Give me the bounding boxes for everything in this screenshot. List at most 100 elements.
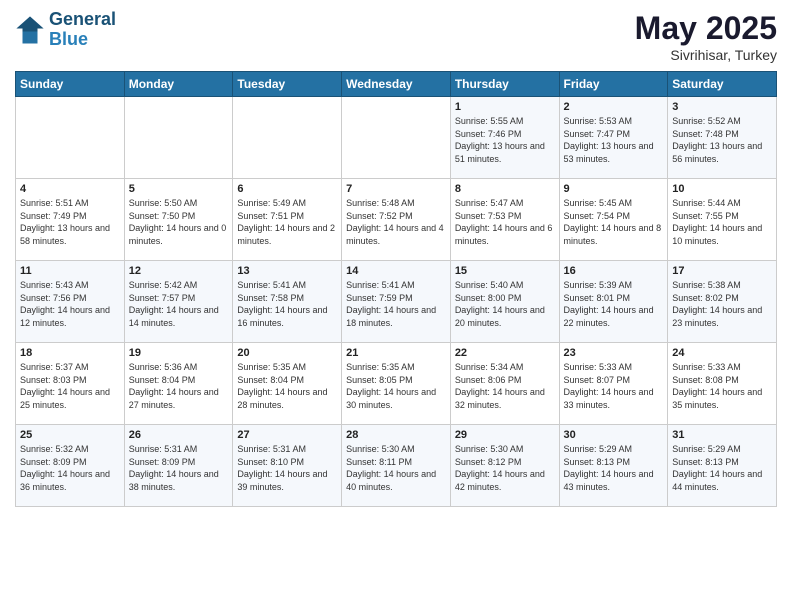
calendar-cell: 1 Sunrise: 5:55 AMSunset: 7:46 PMDaylight…: [450, 97, 559, 179]
logo-text: General Blue: [49, 10, 116, 50]
day-number: 5: [129, 183, 229, 195]
day-info: Sunrise: 5:31 AMSunset: 8:10 PMDaylight:…: [237, 443, 337, 493]
calendar-cell: 29 Sunrise: 5:30 AMSunset: 8:12 PMDayligh…: [450, 425, 559, 507]
logo-icon: [15, 15, 45, 45]
day-info: Sunrise: 5:44 AMSunset: 7:55 PMDaylight:…: [672, 197, 772, 247]
day-number: 29: [455, 429, 555, 441]
day-number: 28: [346, 429, 446, 441]
day-info: Sunrise: 5:41 AMSunset: 7:59 PMDaylight:…: [346, 279, 446, 329]
calendar-cell: 7Sunrise: 5:48 AMSunset: 7:52 PMDaylight…: [342, 179, 451, 261]
day-info: Sunrise: 5:37 AMSunset: 8:03 PMDaylight:…: [20, 361, 120, 411]
week-row-5: 25Sunrise: 5:32 AMSunset: 8:09 PMDayligh…: [16, 425, 777, 507]
calendar-cell: 28 Sunrise: 5:30 AMSunset: 8:11 PMDayligh…: [342, 425, 451, 507]
day-number: 22: [455, 347, 555, 359]
header-wednesday: Wednesday: [342, 72, 451, 97]
day-number: 9: [564, 183, 664, 195]
header-sunday: Sunday: [16, 72, 125, 97]
calendar-cell: 21 Sunrise: 5:35 AMSunset: 8:05 PMDayligh…: [342, 343, 451, 425]
week-row-3: 11Sunrise: 5:43 AMSunset: 7:56 PMDayligh…: [16, 261, 777, 343]
day-number: 1: [455, 101, 555, 113]
day-info: Sunrise: 5:30 AMSunset: 8:11 PMDaylight:…: [346, 443, 446, 493]
day-number: 30: [564, 429, 664, 441]
calendar-cell: 14 Sunrise: 5:41 AMSunset: 7:59 PMDayligh…: [342, 261, 451, 343]
page-header: General Blue May 2025 Sivrihisar, Turkey: [15, 10, 777, 63]
day-number: 31: [672, 429, 772, 441]
day-number: 3: [672, 101, 772, 113]
day-number: 7: [346, 183, 446, 195]
day-number: 19: [129, 347, 229, 359]
day-number: 10: [672, 183, 772, 195]
day-number: 15: [455, 265, 555, 277]
day-number: 8: [455, 183, 555, 195]
week-row-4: 18 Sunrise: 5:37 AMSunset: 8:03 PMDayligh…: [16, 343, 777, 425]
calendar-cell: 31 Sunrise: 5:29 AMSunset: 8:13 PMDayligh…: [668, 425, 777, 507]
day-info: Sunrise: 5:29 AMSunset: 8:13 PMDaylight:…: [564, 443, 664, 493]
day-number: 23: [564, 347, 664, 359]
day-info: Sunrise: 5:29 AMSunset: 8:13 PMDaylight:…: [672, 443, 772, 493]
calendar-cell: 30 Sunrise: 5:29 AMSunset: 8:13 PMDayligh…: [559, 425, 668, 507]
calendar-cell: [16, 97, 125, 179]
day-number: 18: [20, 347, 120, 359]
day-info: Sunrise: 5:35 AMSunset: 8:04 PMDaylight:…: [237, 361, 337, 411]
calendar-cell: 5Sunrise: 5:50 AMSunset: 7:50 PMDaylight…: [124, 179, 233, 261]
calendar-cell: [124, 97, 233, 179]
day-info: Sunrise: 5:40 AMSunset: 8:00 PMDaylight:…: [455, 279, 555, 329]
header-saturday: Saturday: [668, 72, 777, 97]
header-row: Sunday Monday Tuesday Wednesday Thursday…: [16, 72, 777, 97]
calendar-cell: 6 Sunrise: 5:49 AMSunset: 7:51 PMDaylight…: [233, 179, 342, 261]
calendar-cell: 18 Sunrise: 5:37 AMSunset: 8:03 PMDayligh…: [16, 343, 125, 425]
month-title: May 2025: [635, 10, 777, 47]
calendar-cell: 2 Sunrise: 5:53 AMSunset: 7:47 PMDaylight…: [559, 97, 668, 179]
day-info: Sunrise: 5:32 AMSunset: 8:09 PMDaylight:…: [20, 443, 120, 493]
day-info: Sunrise: 5:41 AMSunset: 7:58 PMDaylight:…: [237, 279, 337, 329]
calendar-cell: 8Sunrise: 5:47 AMSunset: 7:53 PMDaylight…: [450, 179, 559, 261]
day-info: Sunrise: 5:55 AMSunset: 7:46 PMDaylight:…: [455, 115, 555, 165]
day-info: Sunrise: 5:39 AMSunset: 8:01 PMDaylight:…: [564, 279, 664, 329]
calendar-cell: [342, 97, 451, 179]
calendar-cell: 16 Sunrise: 5:39 AMSunset: 8:01 PMDayligh…: [559, 261, 668, 343]
day-info: Sunrise: 5:31 AMSunset: 8:09 PMDaylight:…: [129, 443, 229, 493]
calendar-cell: 27Sunrise: 5:31 AMSunset: 8:10 PMDayligh…: [233, 425, 342, 507]
day-number: 21: [346, 347, 446, 359]
day-info: Sunrise: 5:38 AMSunset: 8:02 PMDaylight:…: [672, 279, 772, 329]
calendar-cell: 22 Sunrise: 5:34 AMSunset: 8:06 PMDayligh…: [450, 343, 559, 425]
day-number: 13: [237, 265, 337, 277]
page-container: General Blue May 2025 Sivrihisar, Turkey…: [0, 0, 792, 517]
day-info: Sunrise: 5:33 AMSunset: 8:07 PMDaylight:…: [564, 361, 664, 411]
day-info: Sunrise: 5:42 AMSunset: 7:57 PMDaylight:…: [129, 279, 229, 329]
day-number: 14: [346, 265, 446, 277]
header-friday: Friday: [559, 72, 668, 97]
day-number: 2: [564, 101, 664, 113]
calendar-cell: 23 Sunrise: 5:33 AMSunset: 8:07 PMDayligh…: [559, 343, 668, 425]
calendar-cell: 4 Sunrise: 5:51 AMSunset: 7:49 PMDaylight…: [16, 179, 125, 261]
day-number: 12: [129, 265, 229, 277]
calendar-cell: 20Sunrise: 5:35 AMSunset: 8:04 PMDayligh…: [233, 343, 342, 425]
day-number: 4: [20, 183, 120, 195]
day-number: 24: [672, 347, 772, 359]
day-info: Sunrise: 5:30 AMSunset: 8:12 PMDaylight:…: [455, 443, 555, 493]
day-number: 11: [20, 265, 120, 277]
header-monday: Monday: [124, 72, 233, 97]
calendar-cell: 26 Sunrise: 5:31 AMSunset: 8:09 PMDayligh…: [124, 425, 233, 507]
day-info: Sunrise: 5:34 AMSunset: 8:06 PMDaylight:…: [455, 361, 555, 411]
day-info: Sunrise: 5:49 AMSunset: 7:51 PMDaylight:…: [237, 197, 337, 247]
day-number: 6: [237, 183, 337, 195]
calendar-cell: 24 Sunrise: 5:33 AMSunset: 8:08 PMDayligh…: [668, 343, 777, 425]
calendar-table: Sunday Monday Tuesday Wednesday Thursday…: [15, 71, 777, 507]
day-info: Sunrise: 5:53 AMSunset: 7:47 PMDaylight:…: [564, 115, 664, 165]
calendar-cell: 13 Sunrise: 5:41 AMSunset: 7:58 PMDayligh…: [233, 261, 342, 343]
title-block: May 2025 Sivrihisar, Turkey: [635, 10, 777, 63]
week-row-1: 1 Sunrise: 5:55 AMSunset: 7:46 PMDaylight…: [16, 97, 777, 179]
calendar-cell: 9Sunrise: 5:45 AMSunset: 7:54 PMDaylight…: [559, 179, 668, 261]
day-number: 17: [672, 265, 772, 277]
day-number: 26: [129, 429, 229, 441]
calendar-cell: 15 Sunrise: 5:40 AMSunset: 8:00 PMDayligh…: [450, 261, 559, 343]
day-number: 16: [564, 265, 664, 277]
day-info: Sunrise: 5:51 AMSunset: 7:49 PMDaylight:…: [20, 197, 120, 247]
day-info: Sunrise: 5:33 AMSunset: 8:08 PMDaylight:…: [672, 361, 772, 411]
day-info: Sunrise: 5:35 AMSunset: 8:05 PMDaylight:…: [346, 361, 446, 411]
header-thursday: Thursday: [450, 72, 559, 97]
day-info: Sunrise: 5:36 AMSunset: 8:04 PMDaylight:…: [129, 361, 229, 411]
calendar-cell: 12 Sunrise: 5:42 AMSunset: 7:57 PMDayligh…: [124, 261, 233, 343]
calendar-cell: 25Sunrise: 5:32 AMSunset: 8:09 PMDayligh…: [16, 425, 125, 507]
